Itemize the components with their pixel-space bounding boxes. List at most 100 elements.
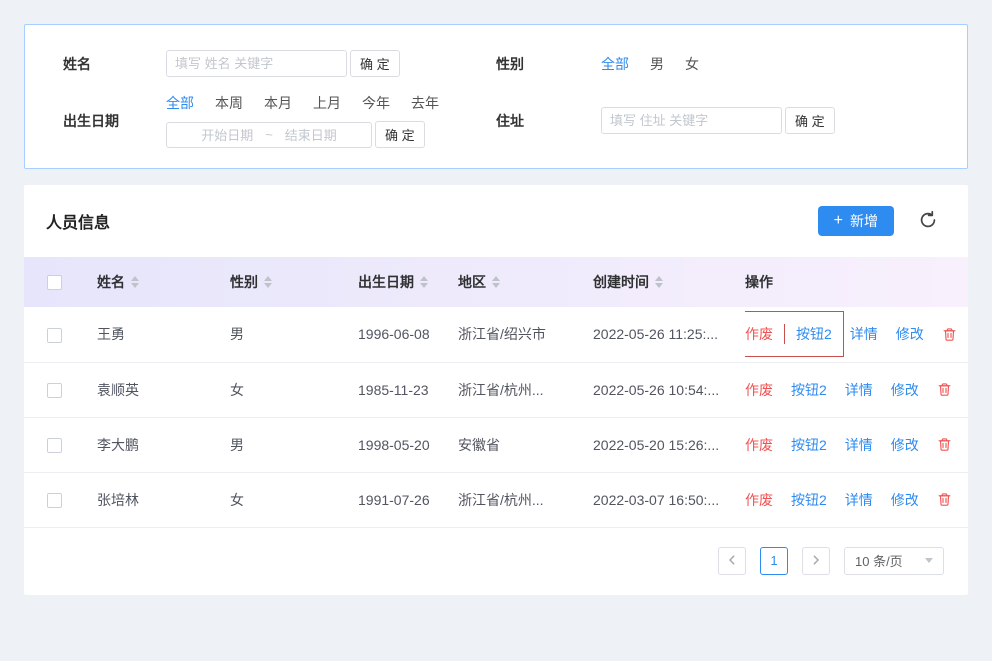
birth-quick-option[interactable]: 今年 bbox=[362, 93, 390, 113]
add-button[interactable]: + 新增 bbox=[817, 206, 894, 236]
personnel-panel: 人员信息 + 新增 姓名 性别 出生日期 地区 创建时间 操作 王勇 男 199… bbox=[24, 185, 968, 595]
birth-range-group: 开始日期 ~ 结束日期 确 定 bbox=[166, 121, 439, 148]
created-at-cell: 2022-05-26 10:54:... bbox=[593, 362, 745, 418]
delete-icon[interactable] bbox=[937, 492, 952, 507]
address-filter-label: 住址 bbox=[496, 112, 524, 129]
birth-filter-confirm-button[interactable]: 确 定 bbox=[375, 121, 425, 148]
sort-caret-icon[interactable] bbox=[264, 276, 272, 288]
highlight-box: 作废 按钮2 bbox=[745, 311, 844, 358]
row-actions: 作废 按钮2 详情 修改 bbox=[745, 311, 968, 358]
invalidate-link[interactable]: 作废 bbox=[745, 380, 773, 400]
detail-link[interactable]: 详情 bbox=[845, 490, 873, 510]
sort-caret-icon[interactable] bbox=[492, 276, 500, 288]
sort-caret-icon[interactable] bbox=[655, 276, 663, 288]
birth-date-filter: 出生日期 全部 本周 本月 上月 今年 去年 开始日期 ~ 结束日期 确 定 bbox=[63, 93, 496, 148]
birth-quick-option[interactable]: 上月 bbox=[313, 93, 341, 113]
address-filter-group: 确 定 bbox=[601, 107, 835, 134]
column-header[interactable]: 地区 bbox=[458, 257, 593, 307]
select-all-checkbox[interactable] bbox=[47, 275, 62, 291]
table-row: 张培林女 1991-07-26 浙江省/杭州... 2022-03-07 16:50:… bbox=[24, 472, 968, 528]
panel-header: 人员信息 + 新增 bbox=[24, 185, 968, 257]
panel-title: 人员信息 bbox=[46, 215, 111, 232]
gender-cell: 女 bbox=[230, 472, 358, 528]
birth-quick-option[interactable]: 全部 bbox=[166, 93, 194, 113]
address-filter-input[interactable] bbox=[601, 107, 782, 134]
edit-link[interactable]: 修改 bbox=[891, 490, 919, 510]
birth-quick-option[interactable]: 本月 bbox=[264, 93, 292, 113]
created-at-cell: 2022-05-20 15:26:... bbox=[593, 417, 745, 473]
personnel-table: 姓名 性别 出生日期 地区 创建时间 操作 王勇男 1996-06-08 浙江省/绍兴市 202… bbox=[24, 257, 968, 528]
birth-date-cell: 1985-11-23 bbox=[358, 362, 458, 418]
name-cell: 张培林 bbox=[97, 472, 230, 528]
date-range-input[interactable]: 开始日期 ~ 结束日期 bbox=[166, 121, 372, 148]
detail-link[interactable]: 详情 bbox=[845, 380, 873, 400]
gender-cell: 男 bbox=[230, 307, 358, 363]
prev-page-button[interactable] bbox=[718, 546, 746, 575]
filter-row-2: 出生日期 全部 本周 本月 上月 今年 去年 开始日期 ~ 结束日期 确 定 住址 bbox=[63, 93, 929, 148]
detail-link[interactable]: 详情 bbox=[845, 435, 873, 455]
birth-quick-option[interactable]: 本周 bbox=[215, 93, 243, 113]
region-cell: 浙江省/杭州... bbox=[458, 362, 593, 418]
delete-icon[interactable] bbox=[942, 327, 957, 342]
row-actions: 作废 按钮2 详情 修改 bbox=[745, 380, 968, 400]
pagination: 1 10 条/页 bbox=[24, 528, 968, 581]
column-header[interactable]: 创建时间 bbox=[593, 257, 745, 307]
delete-icon[interactable] bbox=[937, 382, 952, 397]
name-cell: 王勇 bbox=[97, 307, 230, 363]
birth-filter-content: 全部 本周 本月 上月 今年 去年 开始日期 ~ 结束日期 确 定 bbox=[166, 93, 439, 148]
created-at-cell: 2022-03-07 16:50:... bbox=[593, 472, 745, 528]
address-filter-confirm-button[interactable]: 确 定 bbox=[785, 107, 835, 134]
column-header[interactable]: 性别 bbox=[230, 257, 358, 307]
add-button-label: 新增 bbox=[850, 213, 878, 229]
edit-link[interactable]: 修改 bbox=[891, 380, 919, 400]
action-pair: 作废 按钮2 bbox=[745, 380, 827, 400]
sort-caret-icon[interactable] bbox=[131, 276, 139, 288]
invalidate-link[interactable]: 作废 bbox=[745, 435, 773, 455]
button2-link[interactable]: 按钮2 bbox=[791, 490, 827, 510]
invalidate-link[interactable]: 作废 bbox=[745, 490, 773, 510]
created-at-cell: 2022-05-26 11:25:... bbox=[593, 307, 745, 363]
filter-row-1: 姓名 确 定 性别 全部 男 女 bbox=[63, 50, 929, 77]
edit-link[interactable]: 修改 bbox=[891, 435, 919, 455]
page-number-button[interactable]: 1 bbox=[760, 546, 788, 575]
birth-quick-option[interactable]: 去年 bbox=[411, 93, 439, 113]
button2-link[interactable]: 按钮2 bbox=[791, 380, 827, 400]
delete-icon[interactable] bbox=[937, 437, 952, 452]
name-filter-confirm-button[interactable]: 确 定 bbox=[350, 50, 400, 77]
row-checkbox[interactable] bbox=[47, 492, 62, 508]
highlight-divider bbox=[784, 324, 785, 345]
detail-link[interactable]: 详情 bbox=[850, 324, 878, 344]
column-header[interactable]: 出生日期 bbox=[358, 257, 458, 307]
column-header: 操作 bbox=[745, 274, 773, 290]
birth-quick-options: 全部 本周 本月 上月 今年 去年 bbox=[166, 93, 439, 113]
select-all-header bbox=[24, 257, 97, 307]
table-row: 李大鹏男 1998-05-20 安徽省 2022-05-20 15:26:... 作废按… bbox=[24, 417, 968, 473]
gender-filter-label: 性别 bbox=[496, 55, 524, 72]
gender-option[interactable]: 男 bbox=[650, 54, 664, 74]
table-body: 王勇男 1996-06-08 浙江省/绍兴市 2022-05-26 11:25:...… bbox=[24, 307, 968, 528]
button2-link[interactable]: 按钮2 bbox=[796, 324, 832, 344]
birth-date-cell: 1998-05-20 bbox=[358, 417, 458, 473]
gender-option[interactable]: 全部 bbox=[601, 54, 629, 74]
row-checkbox[interactable] bbox=[47, 382, 62, 398]
edit-link[interactable]: 修改 bbox=[896, 324, 924, 344]
invalidate-link[interactable]: 作废 bbox=[745, 324, 773, 344]
start-date-placeholder: 开始日期 bbox=[201, 128, 254, 143]
gender-filter: 性别 全部 男 女 bbox=[496, 50, 929, 77]
gender-cell: 女 bbox=[230, 362, 358, 418]
gender-cell: 男 bbox=[230, 417, 358, 473]
page-size-select[interactable]: 10 条/页 bbox=[844, 546, 944, 575]
refresh-button[interactable] bbox=[918, 210, 938, 233]
button2-link[interactable]: 按钮2 bbox=[791, 435, 827, 455]
sort-caret-icon[interactable] bbox=[420, 276, 428, 288]
chevron-left-icon bbox=[727, 553, 737, 568]
birth-filter-label: 出生日期 bbox=[63, 112, 119, 129]
next-page-button[interactable] bbox=[802, 546, 830, 575]
gender-option[interactable]: 女 bbox=[685, 54, 699, 74]
table-row: 王勇男 1996-06-08 浙江省/绍兴市 2022-05-26 11:25:...… bbox=[24, 307, 968, 363]
name-filter-input[interactable] bbox=[166, 50, 347, 77]
column-header[interactable]: 姓名 bbox=[97, 257, 230, 307]
row-checkbox[interactable] bbox=[47, 437, 62, 453]
row-checkbox[interactable] bbox=[47, 327, 62, 343]
row-actions: 作废 按钮2 详情 修改 bbox=[745, 435, 968, 455]
